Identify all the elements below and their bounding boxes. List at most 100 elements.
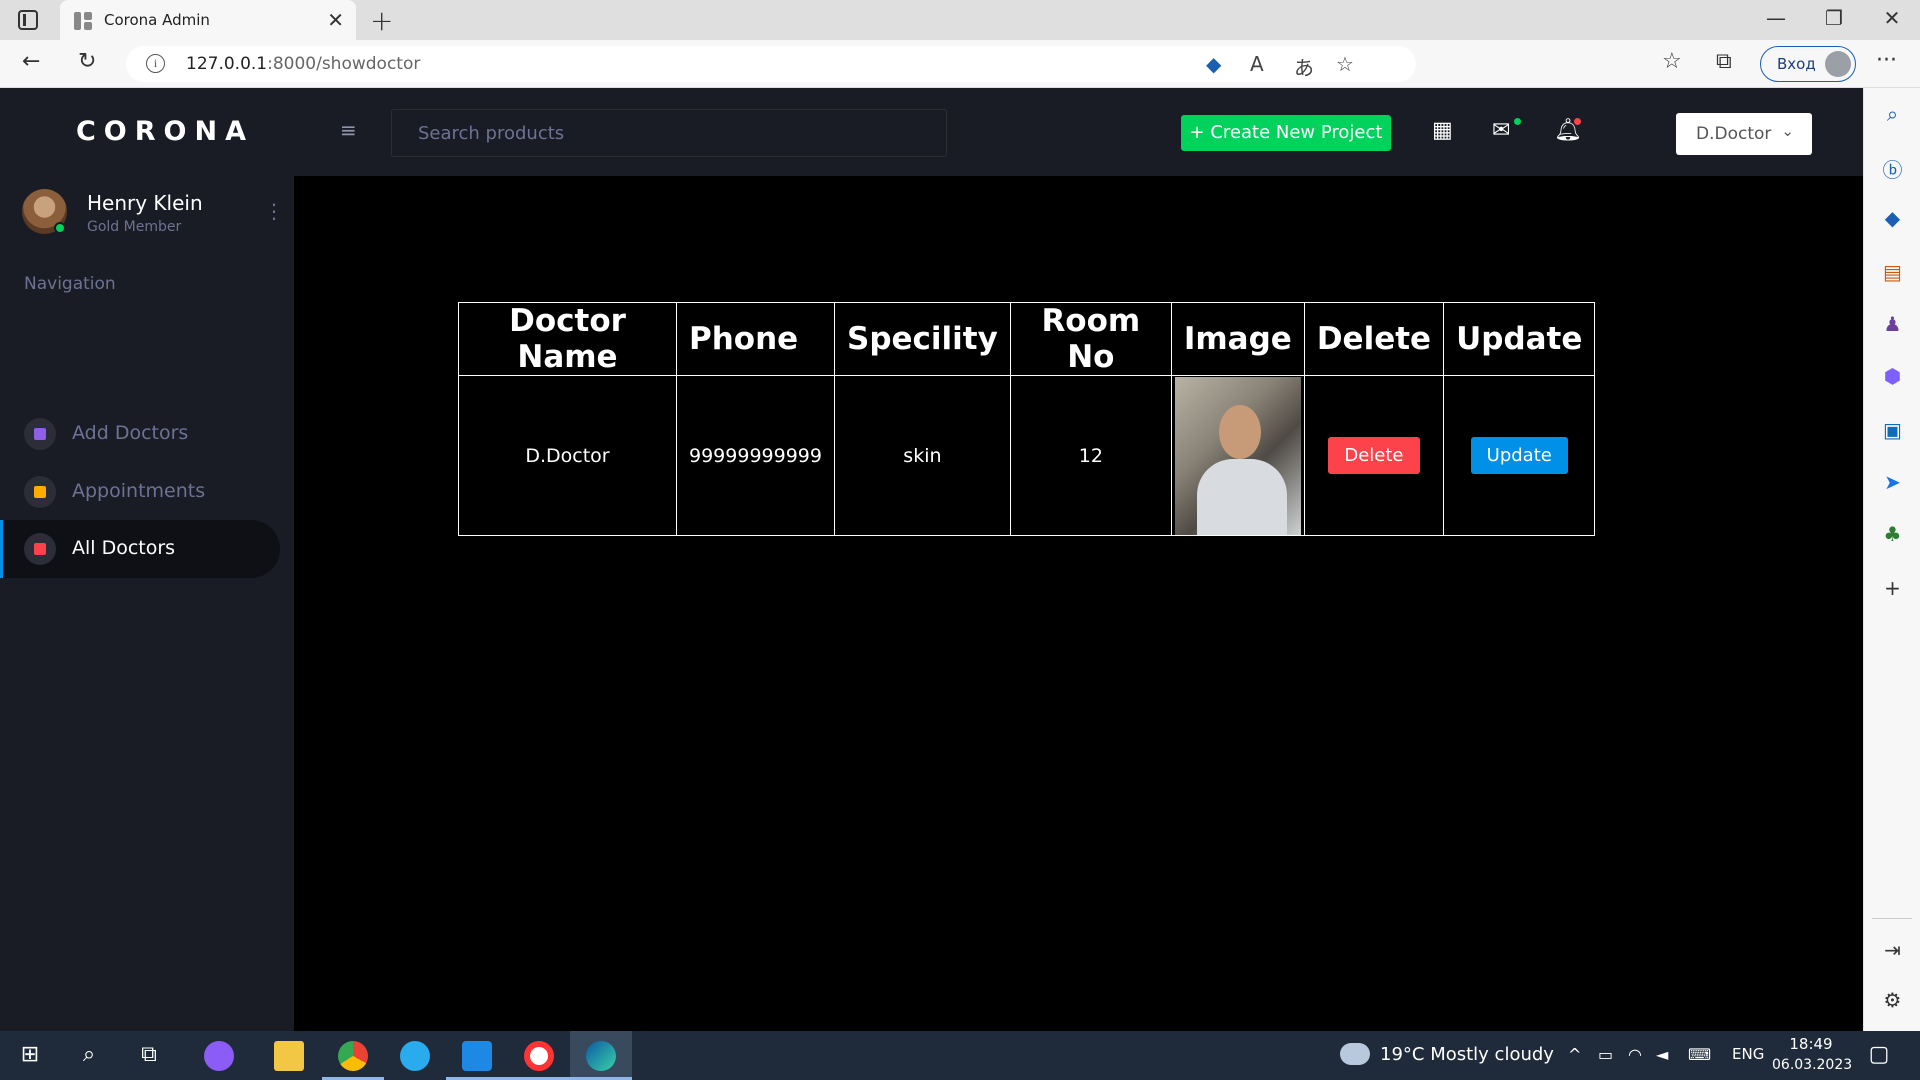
volume-icon[interactable]: ◄ — [1656, 1045, 1668, 1064]
chevron-down-icon: ⌄ — [1781, 122, 1794, 140]
browser-side-panel: ⌕ ⓑ ◆ ▤ ♟ ⬢ ▣ ➤ ♣ + ⇥ ⚙ — [1863, 88, 1920, 1031]
minimize-icon[interactable]: — — [1756, 6, 1796, 30]
mail-indicator-icon — [1514, 118, 1521, 125]
sidebar-item-label: Add Doctors — [72, 422, 189, 444]
office-icon[interactable]: ⬢ — [1864, 364, 1920, 388]
clock-date[interactable]: 06.03.2023 — [1772, 1057, 1852, 1073]
folder-icon — [274, 1041, 304, 1071]
site-info-icon[interactable]: i — [146, 54, 165, 73]
nav-icon-mark — [34, 486, 46, 498]
brand-logo[interactable]: CORONA — [0, 116, 330, 147]
profile-login-button[interactable]: Вход — [1760, 46, 1856, 82]
search-icon[interactable]: ⌕ — [74, 1040, 104, 1070]
weather-text[interactable]: 19°C Mostly cloudy — [1380, 1044, 1554, 1065]
address-bar[interactable]: i 127.0.0.1:8000/showdoctor ◆ A あ ☆ — [126, 46, 1416, 82]
online-status-icon — [54, 222, 66, 234]
vscode-icon — [462, 1041, 492, 1071]
divider — [1872, 918, 1912, 919]
weather-cloud-icon — [1340, 1043, 1370, 1065]
games-icon[interactable]: ♟ — [1864, 312, 1920, 336]
workspaces-icon[interactable] — [18, 10, 38, 30]
image-cell — [1170, 375, 1305, 536]
doctor-name-cell: D.Doctor — [458, 375, 677, 536]
taskbar-app-explorer[interactable] — [258, 1031, 320, 1080]
translate-icon[interactable]: あ — [1294, 52, 1314, 81]
update-button[interactable]: Update — [1470, 437, 1568, 474]
delete-cell: Delete — [1303, 375, 1445, 536]
search-input[interactable] — [391, 109, 947, 157]
tools-icon[interactable]: ▤ — [1864, 260, 1920, 284]
nav-icon-mark — [34, 428, 46, 440]
favorites-icon[interactable]: ☆ — [1662, 49, 1682, 74]
back-icon[interactable]: ← — [22, 49, 40, 74]
document-icon — [24, 533, 56, 565]
profile-name: Henry Klein — [87, 191, 203, 215]
settings-gear-icon[interactable]: ⚙ — [1864, 988, 1920, 1012]
tab-close-icon[interactable]: ✕ — [327, 8, 344, 32]
restore-icon[interactable]: ❐ — [1814, 6, 1854, 30]
notification-indicator-icon — [1574, 118, 1581, 125]
mail-icon[interactable]: ✉ — [1492, 118, 1510, 143]
wifi-icon[interactable]: ◠ — [1628, 1045, 1642, 1064]
clock-time[interactable]: 18:49 — [1776, 1035, 1846, 1053]
alice-icon — [204, 1041, 234, 1071]
url-text: 127.0.0.1:8000/showdoctor — [186, 54, 421, 74]
taskbar-app-yandex[interactable] — [508, 1031, 570, 1080]
document-icon — [24, 418, 56, 450]
add-icon[interactable]: + — [1864, 576, 1920, 600]
shopping-tag-icon[interactable]: ◆ — [1206, 52, 1221, 76]
tree-icon[interactable]: ♣ — [1864, 522, 1920, 546]
taskbar-app-vscode[interactable] — [446, 1031, 508, 1080]
sidebar-item-appointments[interactable]: Appointments — [0, 463, 280, 521]
sidebar-item-label: All Doctors — [72, 537, 176, 559]
search-icon[interactable]: ⌕ — [1864, 102, 1920, 126]
battery-icon[interactable]: ▭ — [1598, 1045, 1613, 1064]
taskbar-app-chrome[interactable] — [322, 1031, 384, 1080]
column-header: Update — [1443, 302, 1596, 376]
read-aloud-icon[interactable]: A — [1250, 52, 1264, 76]
column-header: Delete — [1303, 302, 1445, 376]
update-cell: Update — [1443, 375, 1596, 536]
profile-menu-icon[interactable]: ⋮ — [264, 199, 284, 223]
collections-icon[interactable]: ⧉ — [1716, 49, 1732, 74]
grid-apps-icon[interactable]: ▦ — [1432, 118, 1453, 143]
top-navbar: ≡ + Create New Project ▦ ✉ 🔔︎ D.Doctor ⌄ — [294, 88, 1863, 176]
sidebar-item-label: Appointments — [72, 480, 206, 502]
window-close-icon[interactable]: ✕ — [1872, 6, 1912, 30]
bing-chat-icon[interactable]: ⓑ — [1864, 154, 1920, 183]
new-tab-icon[interactable]: + — [370, 4, 393, 37]
telegram-icon — [400, 1041, 430, 1071]
language-indicator[interactable]: ENG — [1732, 1045, 1764, 1063]
taskbar: ⊞ ⌕ ⧉ 19°C Mostly cloudy ^ ▭ ◠ ◄ ⌨ ENG 1… — [0, 1031, 1920, 1080]
show-hidden-icons-icon[interactable]: ^ — [1568, 1045, 1581, 1064]
task-view-icon[interactable]: ⧉ — [134, 1040, 164, 1070]
taskbar-app-telegram[interactable] — [384, 1031, 446, 1080]
menu-toggle-icon[interactable]: ≡ — [340, 118, 357, 142]
windows-start-icon[interactable]: ⊞ — [15, 1040, 45, 1070]
more-options-icon[interactable]: ··· — [1876, 48, 1897, 73]
shopping-icon[interactable]: ◆ — [1864, 206, 1920, 230]
browser-tab[interactable]: Corona Admin ✕ — [60, 0, 356, 40]
sidebar-item-add-doctors[interactable]: Add Doctors — [0, 405, 280, 463]
user-profile: Henry Klein Gold Member ⋮ — [22, 189, 284, 239]
taskbar-app-alice[interactable] — [188, 1031, 250, 1080]
keyboard-icon[interactable]: ⌨ — [1688, 1045, 1711, 1064]
reload-icon[interactable]: ↻ — [78, 49, 96, 74]
outlook-icon[interactable]: ▣ — [1864, 418, 1920, 442]
nav-icon-mark — [34, 543, 46, 555]
phone-cell: 99999999999 — [676, 375, 835, 536]
create-new-project-button[interactable]: + Create New Project — [1181, 115, 1391, 151]
user-dropdown[interactable]: D.Doctor ⌄ — [1676, 113, 1812, 155]
send-icon[interactable]: ➤ — [1864, 470, 1920, 494]
hide-sidebar-icon[interactable]: ⇥ — [1864, 938, 1920, 962]
column-header: Phone — [676, 302, 835, 376]
column-header: Doctor Name — [458, 302, 677, 376]
add-favorite-icon[interactable]: ☆ — [1336, 52, 1354, 76]
profile-role: Gold Member — [87, 219, 182, 235]
taskbar-app-edge[interactable] — [570, 1031, 632, 1080]
notifications-icon[interactable]: ▢ — [1864, 1040, 1894, 1070]
sidebar-item-all-doctors[interactable]: All Doctors — [0, 520, 280, 578]
sidebar: CORONA Henry Klein Gold Member ⋮ Navigat… — [0, 88, 294, 1031]
column-header: Specility — [834, 302, 1011, 376]
delete-button[interactable]: Delete — [1328, 437, 1420, 474]
